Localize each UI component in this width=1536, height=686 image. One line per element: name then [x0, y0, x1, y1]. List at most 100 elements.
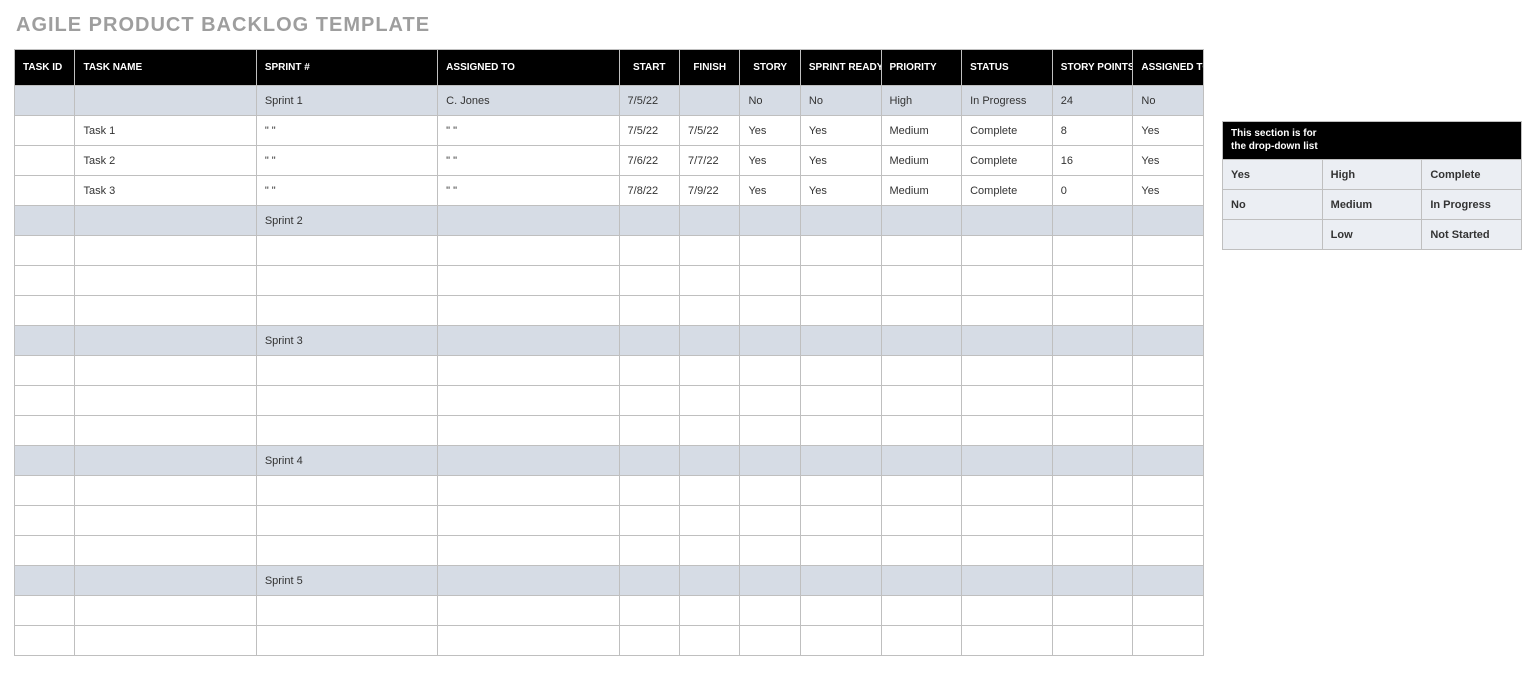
cell[interactable]	[740, 626, 800, 656]
cell[interactable]: Yes	[800, 146, 881, 176]
cell[interactable]	[881, 566, 962, 596]
cell[interactable]: " "	[438, 146, 619, 176]
cell[interactable]	[1133, 266, 1204, 296]
cell[interactable]	[679, 236, 739, 266]
cell[interactable]	[438, 626, 619, 656]
cell[interactable]	[962, 266, 1053, 296]
cell[interactable]	[881, 266, 962, 296]
cell[interactable]	[256, 356, 437, 386]
cell[interactable]	[962, 626, 1053, 656]
cell[interactable]	[679, 596, 739, 626]
cell[interactable]	[15, 536, 75, 566]
cell[interactable]	[800, 536, 881, 566]
cell[interactable]	[881, 416, 962, 446]
cell[interactable]	[679, 206, 739, 236]
cell[interactable]	[438, 506, 619, 536]
cell[interactable]	[679, 416, 739, 446]
cell[interactable]: Yes	[1133, 146, 1204, 176]
cell[interactable]	[256, 596, 437, 626]
cell[interactable]: 7/5/22	[619, 116, 679, 146]
cell[interactable]	[619, 476, 679, 506]
cell[interactable]	[1052, 596, 1133, 626]
cell[interactable]	[1052, 566, 1133, 596]
cell[interactable]	[15, 266, 75, 296]
cell[interactable]	[962, 536, 1053, 566]
cell[interactable]: C. Jones	[438, 86, 619, 116]
cell[interactable]	[962, 506, 1053, 536]
cell[interactable]	[15, 626, 75, 656]
cell[interactable]	[1052, 236, 1133, 266]
cell[interactable]	[15, 236, 75, 266]
cell[interactable]	[962, 566, 1053, 596]
cell[interactable]	[75, 566, 256, 596]
cell[interactable]	[881, 476, 962, 506]
cell[interactable]: " "	[256, 116, 437, 146]
cell[interactable]: Task 2	[75, 146, 256, 176]
cell[interactable]	[800, 386, 881, 416]
cell[interactable]	[438, 356, 619, 386]
cell[interactable]	[1133, 416, 1204, 446]
cell[interactable]	[15, 506, 75, 536]
cell[interactable]	[1052, 266, 1133, 296]
cell[interactable]: Yes	[740, 146, 800, 176]
cell[interactable]: Task 1	[75, 116, 256, 146]
cell[interactable]: In Progress	[962, 86, 1053, 116]
cell[interactable]: Sprint 4	[256, 446, 437, 476]
cell[interactable]: 7/5/22	[619, 86, 679, 116]
cell[interactable]	[619, 296, 679, 326]
cell[interactable]	[881, 356, 962, 386]
cell[interactable]	[15, 476, 75, 506]
cell[interactable]	[15, 176, 75, 206]
cell[interactable]: Yes	[740, 176, 800, 206]
cell[interactable]	[15, 356, 75, 386]
cell[interactable]	[881, 506, 962, 536]
cell[interactable]	[75, 356, 256, 386]
cell[interactable]	[740, 236, 800, 266]
cell[interactable]	[800, 206, 881, 236]
cell[interactable]	[881, 536, 962, 566]
cell[interactable]	[881, 326, 962, 356]
cell[interactable]	[619, 566, 679, 596]
cell[interactable]: Yes	[740, 116, 800, 146]
cell[interactable]	[800, 416, 881, 446]
cell[interactable]	[800, 506, 881, 536]
cell[interactable]	[740, 536, 800, 566]
cell[interactable]	[619, 446, 679, 476]
cell[interactable]: Task 3	[75, 176, 256, 206]
cell[interactable]	[740, 206, 800, 236]
cell[interactable]	[15, 386, 75, 416]
cell[interactable]	[75, 86, 256, 116]
cell[interactable]	[15, 146, 75, 176]
cell[interactable]	[15, 446, 75, 476]
cell[interactable]	[619, 206, 679, 236]
cell[interactable]: Complete	[962, 116, 1053, 146]
cell[interactable]	[438, 416, 619, 446]
cell[interactable]	[881, 626, 962, 656]
cell[interactable]	[619, 536, 679, 566]
cell[interactable]	[1133, 476, 1204, 506]
cell[interactable]	[619, 416, 679, 446]
cell[interactable]	[800, 596, 881, 626]
cell[interactable]	[962, 356, 1053, 386]
cell[interactable]	[740, 416, 800, 446]
cell[interactable]: 7/9/22	[679, 176, 739, 206]
cell[interactable]	[679, 296, 739, 326]
cell[interactable]	[438, 266, 619, 296]
cell[interactable]	[962, 296, 1053, 326]
cell[interactable]	[740, 446, 800, 476]
cell[interactable]	[75, 416, 256, 446]
cell[interactable]	[619, 626, 679, 656]
cell[interactable]: 8	[1052, 116, 1133, 146]
cell[interactable]	[962, 476, 1053, 506]
cell[interactable]: Medium	[881, 116, 962, 146]
cell[interactable]	[15, 566, 75, 596]
cell[interactable]	[75, 326, 256, 356]
cell[interactable]	[881, 206, 962, 236]
cell[interactable]	[962, 236, 1053, 266]
cell[interactable]	[962, 446, 1053, 476]
cell[interactable]: No	[1133, 86, 1204, 116]
cell[interactable]	[438, 476, 619, 506]
cell[interactable]	[1052, 626, 1133, 656]
cell[interactable]	[1133, 596, 1204, 626]
cell[interactable]	[75, 266, 256, 296]
